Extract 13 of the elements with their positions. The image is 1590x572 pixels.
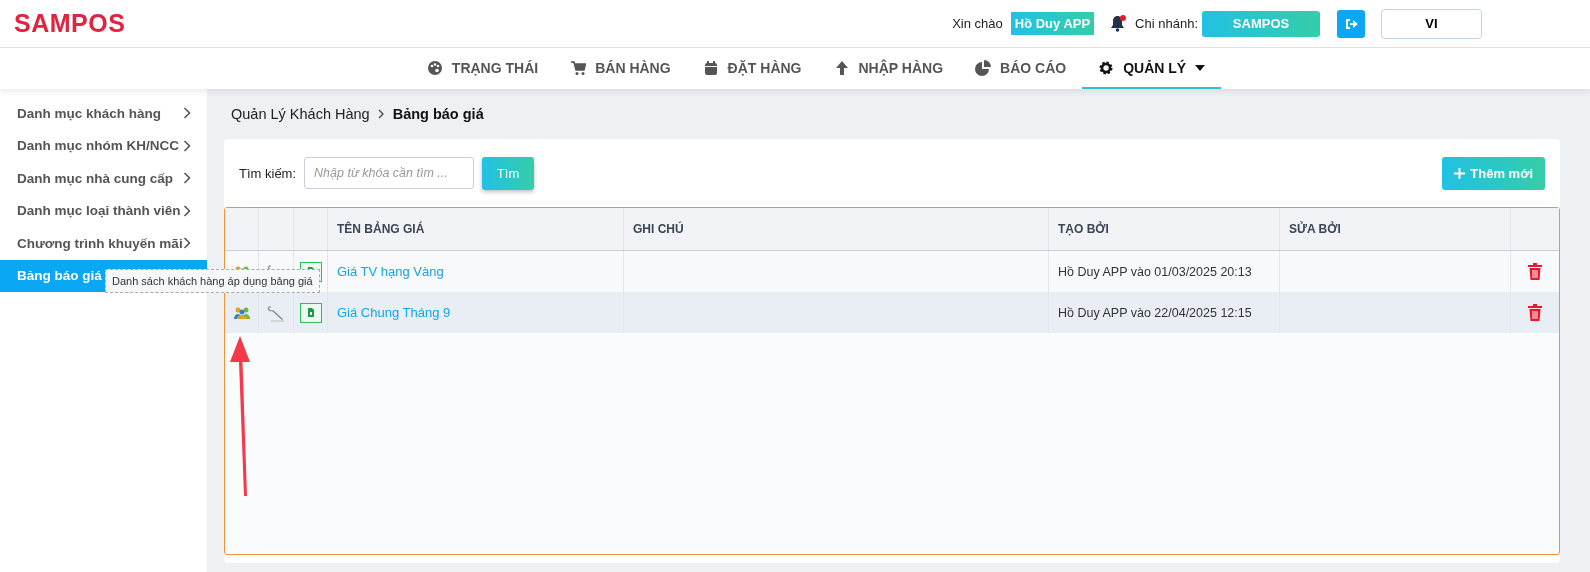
column-header: TÊN BẢNG GIÁ bbox=[328, 208, 624, 250]
user-name: Hồ Duy APP bbox=[1010, 12, 1095, 35]
breadcrumb-current: Bảng báo giá bbox=[392, 106, 484, 122]
search-label: Tìm kiếm: bbox=[239, 165, 297, 181]
greeting: Xin chào bbox=[952, 16, 1003, 31]
table-cell: Hồ Duy APP vào 22/04/2025 12:15 bbox=[1058, 305, 1252, 320]
tooltip: Danh sách khách hàng áp dụng bảng giá bbox=[105, 269, 320, 293]
logo: SAMPOS bbox=[14, 9, 126, 38]
column-header: GHI CHÚ bbox=[624, 208, 1049, 250]
column-header: TẠO BỞI bbox=[1049, 208, 1280, 250]
table-cell: Hồ Duy APP vào 01/03/2025 20:13 bbox=[1058, 264, 1252, 279]
branch-label: Chi nhánh: bbox=[1135, 16, 1198, 31]
column-header: SỬA BỞI bbox=[1280, 208, 1511, 250]
